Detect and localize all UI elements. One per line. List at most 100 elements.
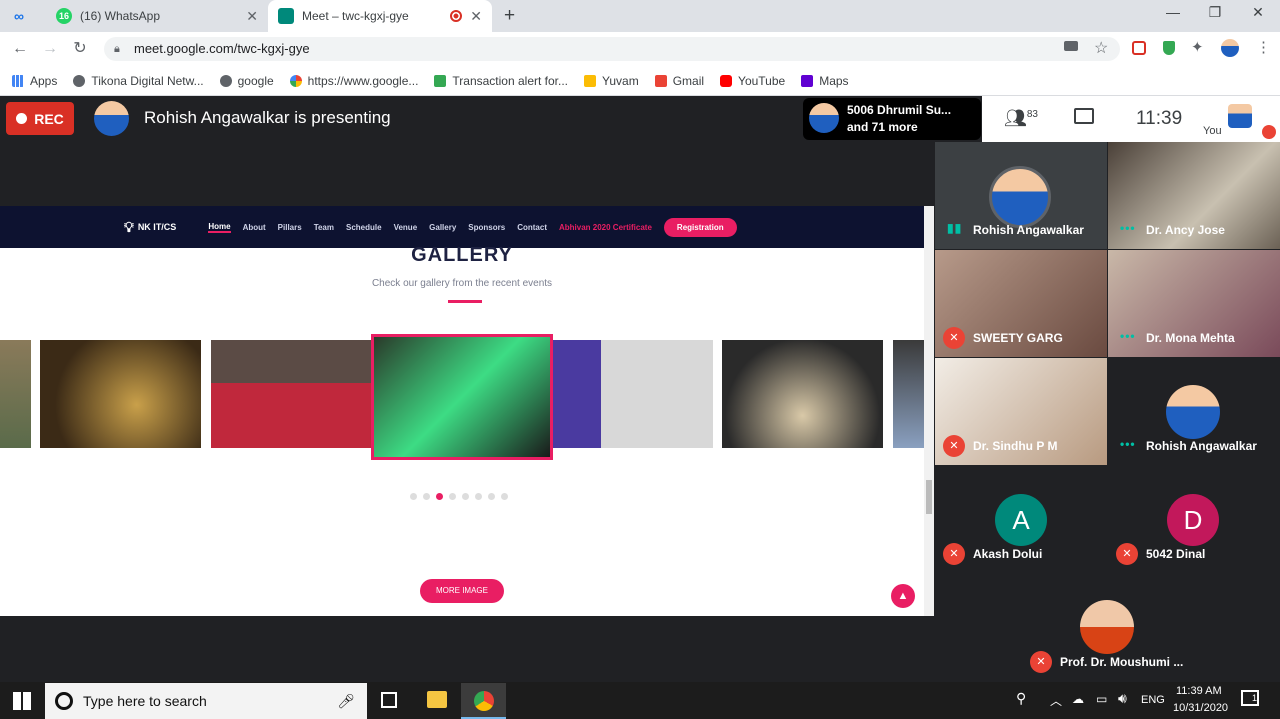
reload-icon[interactable]: ↻	[70, 39, 90, 59]
bookmark-yuvam[interactable]: Yuvam	[584, 74, 639, 88]
extension-pocket-icon[interactable]	[1132, 41, 1146, 55]
nav-sponsors: Sponsors	[468, 222, 506, 232]
close-tab-icon[interactable]: ✕	[246, 8, 258, 25]
you-label: You	[1203, 125, 1222, 137]
participant-tile[interactable]: ✕ Prof. Dr. Moushumi ...	[1022, 574, 1194, 681]
participant-tile[interactable]: A ✕ Akash Dolui	[935, 466, 1107, 573]
participant-tile[interactable]: ••• Dr. Mona Mehta	[1108, 250, 1280, 357]
meet-icon	[278, 8, 294, 24]
participant-tile[interactable]: ✕ Dr. Sindhu P M	[935, 358, 1107, 465]
tab-whatsapp[interactable]: 16 (16) WhatsApp ✕	[46, 0, 268, 32]
taskbar-time[interactable]: 11:39 AM	[1176, 685, 1222, 697]
restore-icon[interactable]: ❐	[1200, 4, 1230, 26]
tab-meet[interactable]: Meet – twc-kgxj-gye ✕	[268, 0, 492, 32]
notifications-icon[interactable]: 1	[1241, 690, 1259, 706]
address-bar[interactable]: 🔒︎ meet.google.com/twc-kgxj-gye	[104, 37, 1120, 61]
bookmark-youtube[interactable]: YouTube	[720, 74, 785, 88]
chat-icon[interactable]	[1074, 108, 1094, 124]
extensions-puzzle-icon[interactable]: ✦	[1191, 38, 1204, 56]
camera-icon[interactable]	[1064, 41, 1078, 51]
whatsapp-icon: 16	[56, 8, 72, 24]
nav-venue: Venue	[393, 222, 418, 232]
tab-label: Meet – twc-kgxj-gye	[302, 9, 409, 23]
bookmark-tikona[interactable]: Tikona Digital Netw...	[73, 74, 204, 88]
extension-shield-icon[interactable]	[1163, 41, 1175, 55]
bookmark-google[interactable]: google	[219, 74, 274, 88]
bookmark-apps[interactable]: Apps	[12, 74, 57, 88]
self-avatar	[1228, 104, 1252, 128]
participant-tile[interactable]: ▮▮ Rohish Angawalkar	[935, 142, 1107, 249]
participant-initial: D	[1167, 494, 1219, 546]
bookmark-transaction[interactable]: Transaction alert for...	[434, 74, 568, 88]
slide-scrollbar	[924, 206, 934, 616]
scroll-top-icon: ▲	[891, 584, 915, 608]
file-explorer-icon[interactable]	[427, 691, 447, 708]
close-tab-icon[interactable]: ✕	[470, 8, 482, 25]
participant-avatar	[989, 166, 1051, 228]
bookmark-google-search[interactable]: https://www.google...	[289, 74, 418, 88]
gmail-icon	[654, 74, 667, 87]
apps-grid-icon	[12, 74, 24, 87]
close-window-icon[interactable]: ✕	[1243, 4, 1273, 26]
meeting-clock: 11:39	[1136, 108, 1183, 129]
participants-preview[interactable]: 5006 Dhrumil Su... and 71 more	[803, 98, 981, 140]
minimize-icon[interactable]: —	[1158, 4, 1188, 26]
site-navbar: 💡︎ NK IT/CS Home About Pillars Team Sche…	[0, 206, 924, 248]
gallery-image	[40, 340, 201, 448]
language-indicator[interactable]: ENG	[1141, 694, 1165, 706]
windows-start-icon[interactable]	[13, 692, 31, 710]
site-logo: NK IT/CS	[137, 222, 177, 232]
cloud-icon[interactable]: ☁︎	[1072, 692, 1084, 706]
chrome-taskbar-icon[interactable]	[461, 683, 506, 719]
volume-icon[interactable]: 🔊︎	[1118, 690, 1127, 707]
tray-chevron-icon[interactable]: ︿	[1050, 692, 1062, 709]
menu-icon[interactable]: ⋮	[1256, 38, 1271, 56]
nav-certificate: Abhivan 2020 Certificate	[558, 222, 652, 232]
bookmark-maps[interactable]: Maps	[801, 74, 849, 88]
participant-tile[interactable]: D ✕ 5042 Dinal	[1108, 466, 1280, 573]
taskbar-search[interactable]: Type here to search 🎤︎	[45, 683, 367, 719]
people-icon[interactable]: ⚲	[1016, 690, 1026, 707]
nav-about: About	[242, 222, 266, 232]
search-circle-icon	[55, 692, 73, 710]
presenting-text: Rohish Angawalkar is presenting	[144, 108, 391, 127]
people-button[interactable]: 👥︎83	[1004, 108, 1038, 129]
mic-off-icon: ✕	[1116, 543, 1138, 565]
more-image-button: MORE IMAGE	[420, 579, 504, 603]
self-mic-off-icon	[1262, 125, 1276, 139]
forward-icon[interactable]: →	[40, 39, 60, 59]
bookmark-gmail[interactable]: Gmail	[654, 74, 704, 88]
lock-icon: 🔒︎	[114, 43, 120, 55]
nav-home: Home	[208, 221, 231, 233]
mic-off-icon: ✕	[943, 435, 965, 457]
gallery-image	[553, 340, 713, 448]
participant-tile[interactable]: ✕ SWEETY GARG	[935, 250, 1107, 357]
task-view-icon[interactable]	[381, 692, 397, 708]
tab-search-icon[interactable]: ∞	[14, 8, 34, 24]
recording-indicator-icon	[450, 10, 462, 22]
participant-avatar	[1080, 600, 1134, 654]
microphone-icon[interactable]: 🎤︎	[337, 683, 355, 719]
profile-avatar[interactable]	[1221, 39, 1239, 57]
gallery-image	[722, 340, 883, 448]
bulb-logo-icon: 💡︎	[124, 218, 134, 235]
gallery-image	[211, 340, 371, 448]
gallery-subtitle: Check our gallery from the recent events	[371, 278, 553, 289]
yahoo-icon	[801, 74, 814, 87]
speaking-icon: ▮▮	[947, 221, 963, 235]
back-icon[interactable]: ←	[10, 39, 30, 59]
url-text: meet.google.com/twc-kgxj-gye	[134, 41, 310, 56]
battery-icon[interactable]: ▭	[1096, 692, 1107, 706]
bookmark-star-icon[interactable]: ☆	[1094, 38, 1108, 58]
gallery-image	[893, 340, 924, 448]
new-tab-button[interactable]: +	[504, 5, 515, 27]
participant-tile[interactable]: ••• Rohish Angawalkar	[1108, 358, 1280, 465]
participant-avatar	[1166, 385, 1220, 439]
participant-avatar	[809, 103, 839, 133]
registration-button: Registration	[663, 217, 737, 237]
taskbar-date[interactable]: 10/31/2020	[1173, 702, 1228, 714]
presenter-avatar	[94, 101, 129, 136]
nav-gallery: Gallery	[429, 222, 457, 232]
participant-tile[interactable]: ••• Dr. Ancy Jose	[1108, 142, 1280, 249]
globe-icon	[219, 74, 232, 87]
